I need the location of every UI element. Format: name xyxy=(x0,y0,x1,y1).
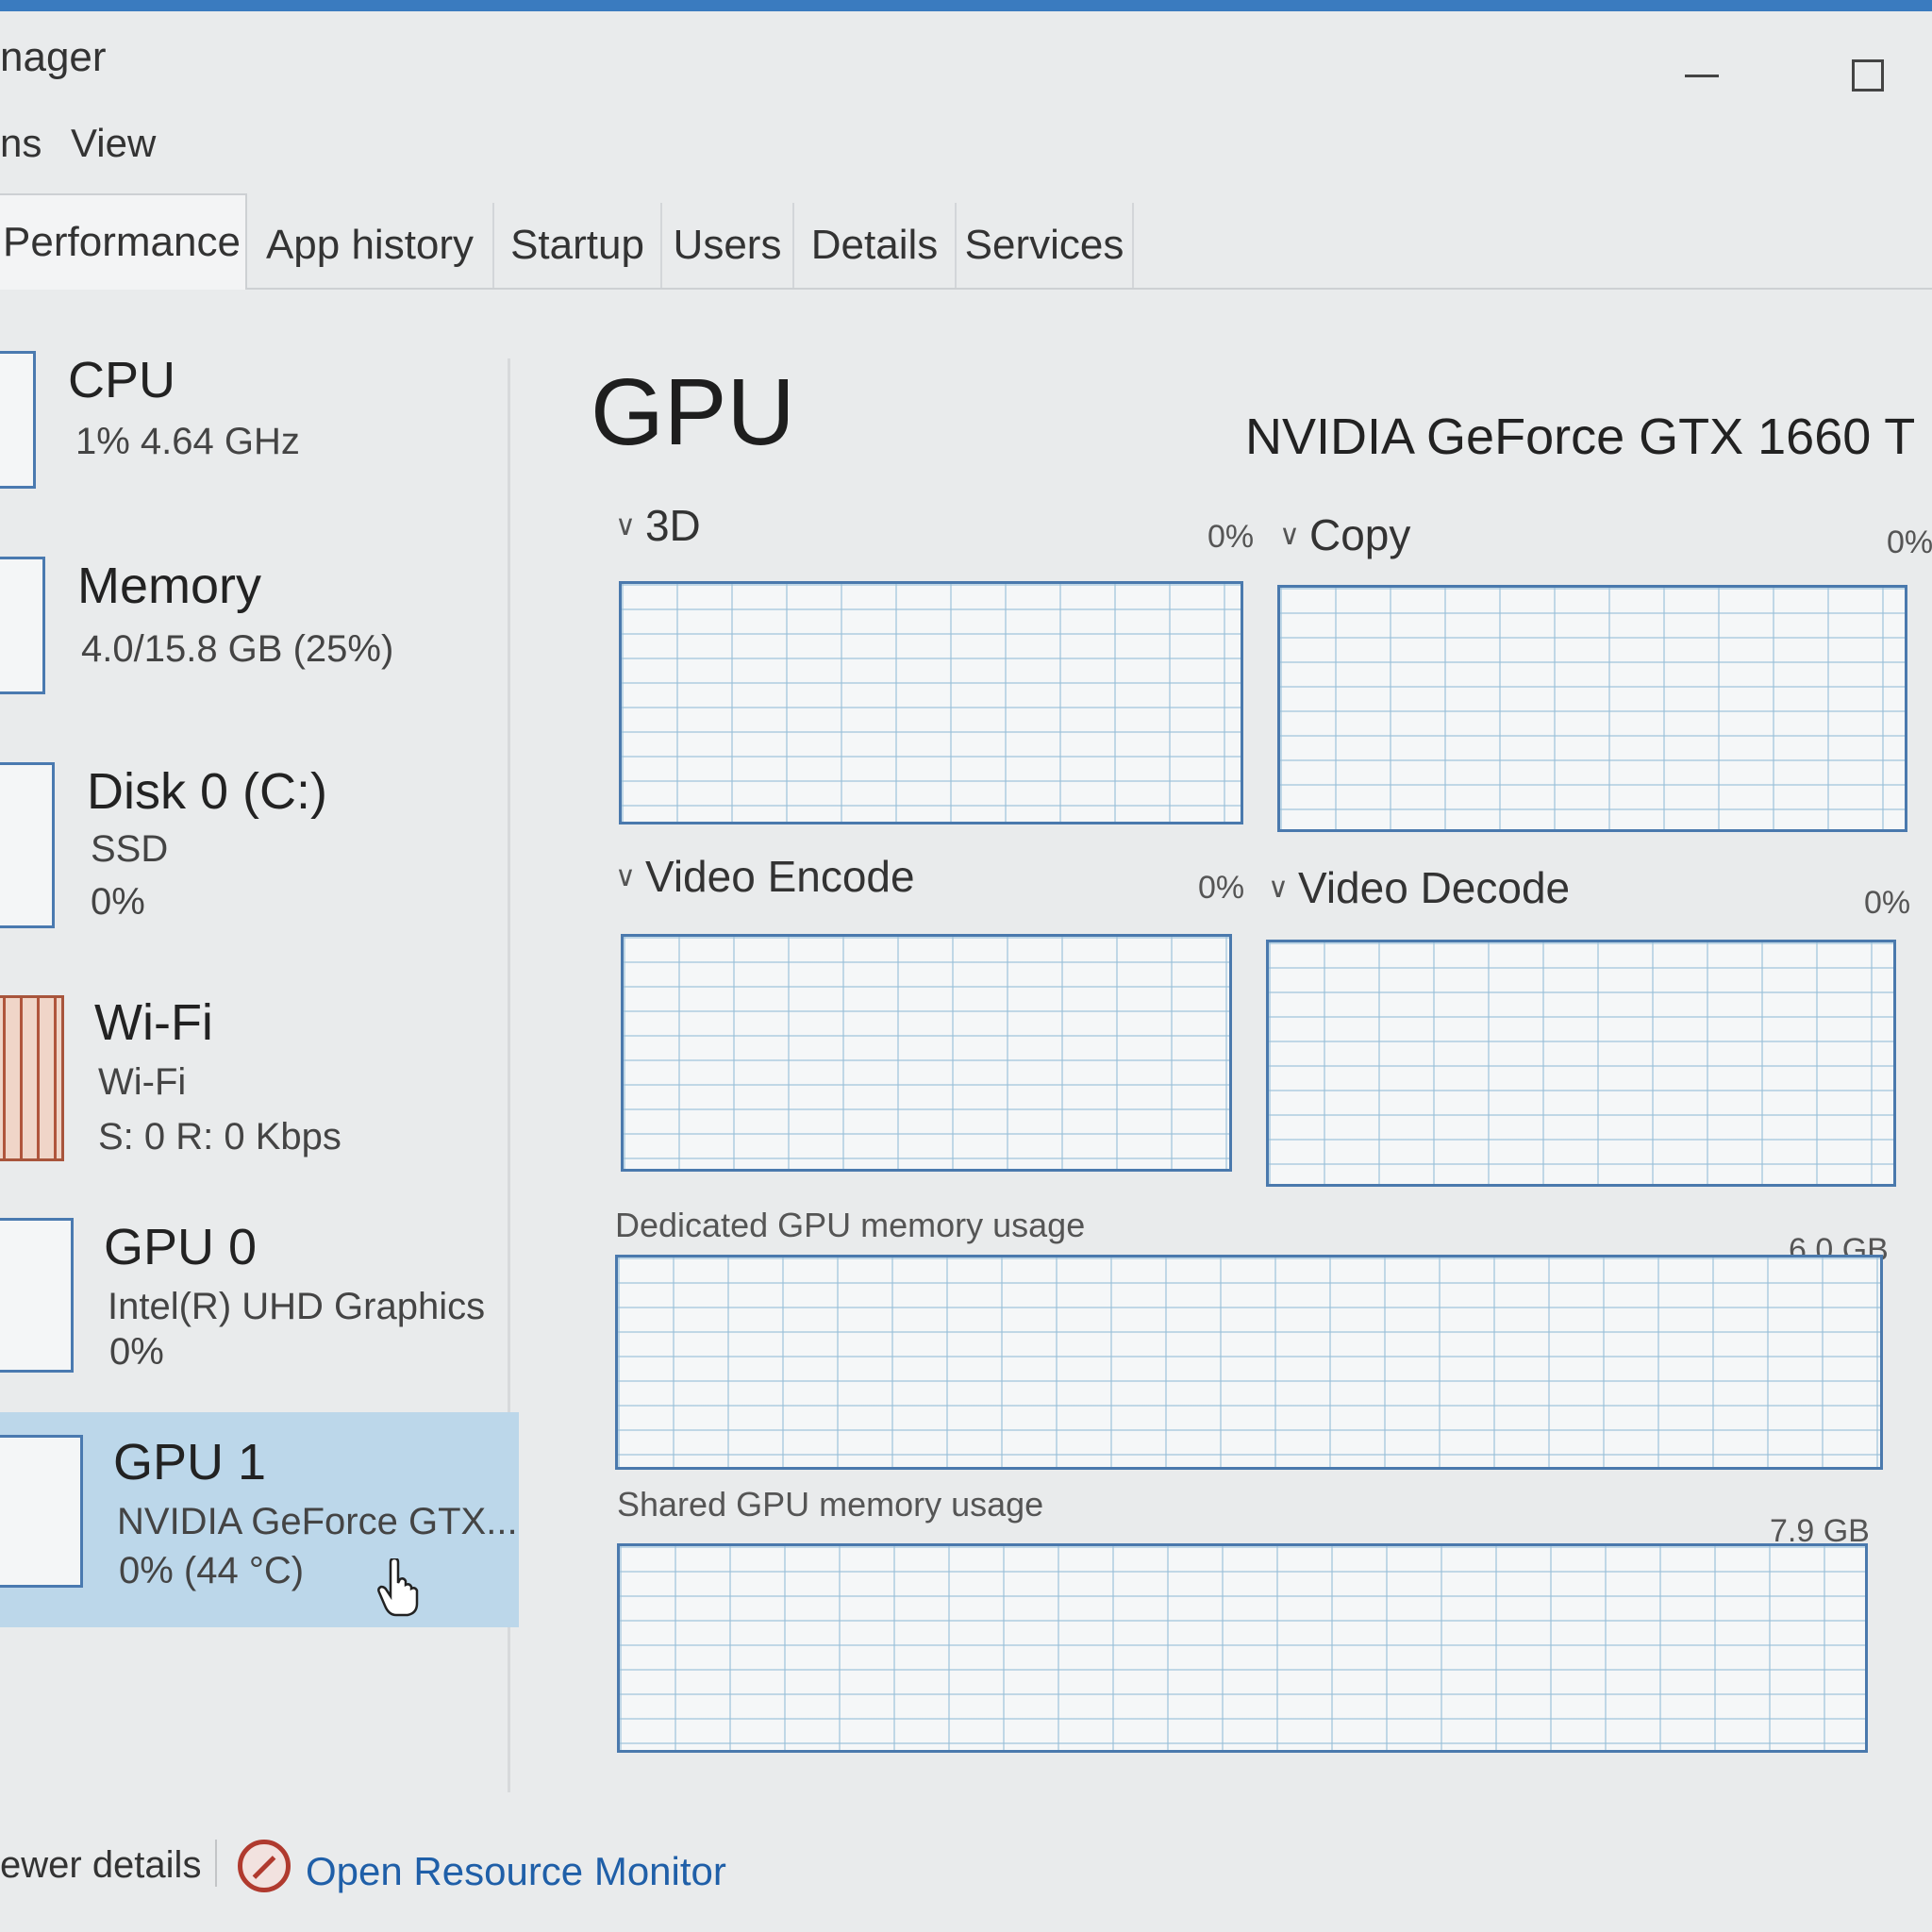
wifi-thumbnail-graph xyxy=(0,995,64,1161)
sidebar-item-cpu[interactable]: CPU 1% 4.64 GHz xyxy=(0,340,519,519)
maximize-icon xyxy=(1852,59,1884,92)
tab-startup[interactable]: Startup xyxy=(494,203,662,288)
fewer-details-link[interactable]: ewer details xyxy=(0,1844,201,1887)
tab-performance[interactable]: Performance xyxy=(0,193,247,290)
sidebar-item-wifi[interactable]: Wi-Fi Wi-Fi S: 0 R: 0 Kbps xyxy=(0,986,519,1174)
engine-label: Video Decode xyxy=(1297,863,1571,912)
sidebar-item-memory[interactable]: Memory 4.0/15.8 GB (25%) xyxy=(0,547,519,736)
window-title: nager xyxy=(0,34,107,80)
menu-view[interactable]: View xyxy=(71,121,156,166)
page-title: GPU xyxy=(591,359,795,465)
sidebar-item-name: GPU 1 xyxy=(113,1434,267,1491)
engine-graph-copy xyxy=(1277,585,1907,832)
sidebar-item-detail: Intel(R) UHD Graphics xyxy=(108,1286,486,1327)
chevron-down-icon: ∨ xyxy=(1268,873,1289,904)
sidebar-item-gpu0[interactable]: GPU 0 Intel(R) UHD Graphics 0% xyxy=(0,1212,519,1391)
menu-options[interactable]: ns xyxy=(0,121,42,166)
sidebar-item-detail: SSD xyxy=(91,828,169,870)
footer-divider xyxy=(215,1840,217,1887)
chevron-down-icon: ∨ xyxy=(615,861,636,892)
engine-selector-copy[interactable]: ∨ Copy xyxy=(1279,509,1410,560)
sidebar-item-detail: Wi-Fi xyxy=(98,1061,187,1103)
open-resource-monitor-link[interactable]: Open Resource Monitor xyxy=(306,1849,726,1894)
engine-percent: 0% xyxy=(1864,885,1911,921)
tab-strip: Performance App history Startup Users De… xyxy=(0,193,1932,290)
dedicated-memory-graph xyxy=(615,1255,1883,1470)
tab-app-history[interactable]: App history xyxy=(247,203,494,288)
tab-services[interactable]: Services xyxy=(957,203,1134,288)
minimize-button[interactable] xyxy=(1674,47,1730,104)
title-bar-accent xyxy=(0,0,1932,11)
gpu1-thumbnail-graph xyxy=(0,1435,83,1588)
gpu-model-name: NVIDIA GeForce GTX 1660 T xyxy=(1245,408,1916,465)
resource-monitor-icon xyxy=(238,1840,291,1892)
engine-percent: 0% xyxy=(1208,519,1255,555)
sidebar-item-usage: 0% xyxy=(109,1331,164,1373)
sidebar-item-detail: 4.0/15.8 GB (25%) xyxy=(81,628,394,670)
tab-details[interactable]: Details xyxy=(794,203,957,288)
sidebar-item-name: GPU 0 xyxy=(104,1219,258,1275)
minimize-icon xyxy=(1685,74,1719,77)
sidebar-item-name: Disk 0 (C:) xyxy=(87,763,327,820)
tab-users[interactable]: Users xyxy=(662,203,794,288)
hand-pointer-icon xyxy=(377,1558,419,1617)
sidebar-item-name: CPU xyxy=(68,352,176,408)
sidebar-item-usage: 0% (44 °C) xyxy=(119,1550,305,1591)
sidebar-item-detail: 1% 4.64 GHz xyxy=(75,421,300,462)
sidebar-item-gpu1[interactable]: GPU 1 NVIDIA GeForce GTX... 0% (44 °C) xyxy=(0,1412,519,1627)
shared-memory-graph xyxy=(617,1543,1868,1753)
sidebar-item-name: Wi-Fi xyxy=(94,994,213,1051)
sidebar-item-name: Memory xyxy=(77,558,262,614)
disk-thumbnail-graph xyxy=(0,762,55,928)
engine-graph-video-decode xyxy=(1266,940,1896,1187)
engine-selector-video-encode[interactable]: ∨ Video Encode xyxy=(615,851,915,902)
engine-percent: 0% xyxy=(1198,870,1245,906)
sidebar-item-detail: NVIDIA GeForce GTX... xyxy=(117,1501,518,1542)
dedicated-memory-label: Dedicated GPU memory usage xyxy=(615,1206,1086,1244)
chevron-down-icon: ∨ xyxy=(1279,520,1300,551)
chevron-down-icon: ∨ xyxy=(615,510,636,541)
memory-thumbnail-graph xyxy=(0,557,45,694)
engine-label: 3D xyxy=(644,501,701,550)
engine-label: Copy xyxy=(1308,510,1411,559)
engine-label: Video Encode xyxy=(644,852,915,901)
maximize-button[interactable] xyxy=(1840,47,1896,104)
sidebar-item-disk[interactable]: Disk 0 (C:) SSD 0% xyxy=(0,755,519,943)
engine-selector-3d[interactable]: ∨ 3D xyxy=(615,500,701,551)
engine-selector-video-decode[interactable]: ∨ Video Decode xyxy=(1268,862,1570,913)
shared-memory-label: Shared GPU memory usage xyxy=(617,1485,1044,1524)
gpu0-thumbnail-graph xyxy=(0,1218,74,1373)
engine-graph-3d xyxy=(619,581,1243,824)
gpu-detail-pane: GPU NVIDIA GeForce GTX 1660 T ∨ 3D 0% ∨ Co… xyxy=(528,340,1932,1792)
engine-percent: 0% xyxy=(1887,525,1932,560)
engine-graph-video-encode xyxy=(621,934,1232,1172)
cpu-thumbnail-graph xyxy=(0,351,36,489)
sidebar-item-usage: 0% xyxy=(91,881,145,923)
sidebar-item-throughput: S: 0 R: 0 Kbps xyxy=(98,1116,341,1158)
